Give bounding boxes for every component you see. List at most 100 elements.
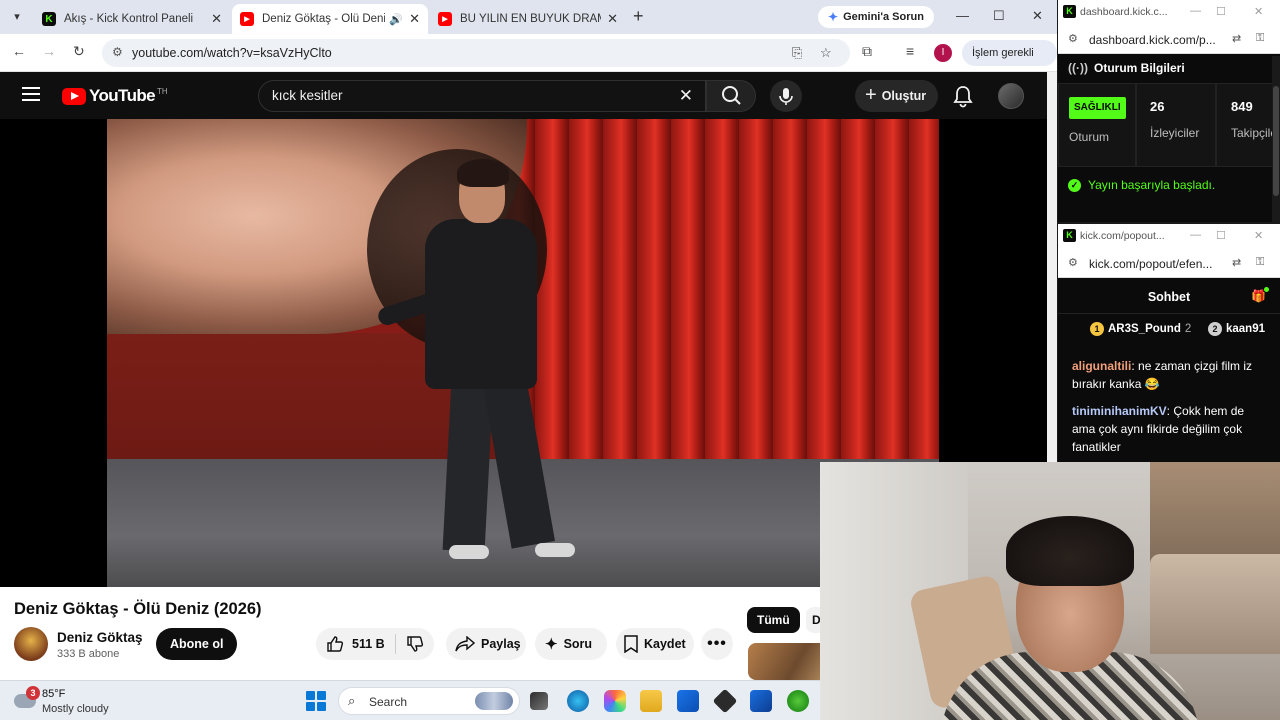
leaderboard-count: 2 (1184, 323, 1192, 335)
tab-title: BU YILIN EN BÜYÜK DRAMASI: (460, 13, 601, 25)
action-required-button[interactable]: İşlem gerekli ⋮ (962, 40, 1057, 85)
copilot-icon[interactable] (604, 690, 626, 712)
check-circle-icon: ✓ (1068, 178, 1081, 192)
install-app-icon[interactable]: ⎘ (792, 45, 802, 61)
like-dislike-group: 511 B (316, 628, 434, 660)
site-info-icon[interactable]: ⚙ (1068, 256, 1078, 269)
password-key-icon[interactable]: ⚿ (1256, 32, 1264, 45)
temperature: 85°F (42, 688, 66, 700)
kick-dashboard-window: K dashboard.kick.c... — ☐ ✕ ⚙ dashboard.… (1058, 0, 1280, 222)
tab-youtube-video[interactable]: ▶ Deniz Göktaş - Ölü Deniz (2 🔊 ✕ (232, 4, 428, 34)
maximize-button[interactable]: ☐ (1216, 5, 1226, 18)
panel-scrollbar[interactable] (1272, 56, 1280, 222)
media-control-icon[interactable]: ≡ (906, 43, 914, 59)
like-button[interactable]: 511 B (316, 634, 396, 654)
save-label: Kaydet (644, 637, 686, 651)
search-button[interactable] (706, 80, 756, 112)
voice-search-button[interactable] (770, 80, 802, 112)
task-view-icon[interactable] (530, 692, 548, 710)
youtube-icon: ▶ (240, 12, 254, 26)
session-info-title: ((·)) Oturum Bilgileri (1068, 61, 1185, 75)
notifications-bell-icon[interactable] (952, 84, 974, 108)
address-bar[interactable]: ⚙ youtube.com/watch?v=ksaVzHyClto ⎘ ☆ (102, 39, 850, 67)
tab-title: Deniz Göktaş - Ölü Deniz (2 (262, 13, 385, 25)
app-icon[interactable] (712, 688, 738, 714)
leaderboard-item[interactable]: 1 AR3S_Pound 2 (1090, 322, 1191, 336)
rank-badge: 1 (1090, 322, 1104, 336)
chat-username[interactable]: aligunaltili (1072, 359, 1131, 373)
profile-avatar[interactable]: I (934, 44, 952, 62)
translate-icon[interactable]: ⇄ (1232, 256, 1241, 269)
create-button[interactable]: + Oluştur (855, 80, 939, 112)
translate-icon[interactable]: ⇄ (1232, 32, 1241, 45)
share-button[interactable]: Paylaş (446, 628, 526, 660)
gemini-button[interactable]: ✦ Gemini'a Sorun (818, 6, 934, 28)
extensions-icon[interactable]: ⧉ (862, 43, 872, 60)
minimize-button[interactable]: — (956, 8, 969, 23)
share-icon (455, 636, 475, 652)
taskbar-search[interactable]: ⌕ Search (338, 687, 520, 715)
tab-kick-panel[interactable]: K Akış - Kick Kontrol Paneli ✕ (34, 4, 230, 34)
account-avatar[interactable] (998, 83, 1024, 109)
close-window-button[interactable]: ✕ (1032, 8, 1043, 24)
search-box[interactable]: kıck kesitler ✕ (258, 80, 706, 112)
url-text[interactable]: youtube.com/watch?v=ksaVzHyClto (132, 46, 332, 60)
ask-label: Soru (563, 637, 593, 651)
microsoft-store-icon[interactable] (677, 690, 699, 712)
audio-playing-icon[interactable]: 🔊 (389, 13, 403, 26)
window-titlebar: K kick.com/popout... — ☐ ✕ (1058, 224, 1280, 248)
subscribe-button[interactable]: Abone ol (156, 628, 238, 660)
kick-icon: K (42, 12, 56, 26)
reload-icon[interactable]: ↻ (73, 43, 85, 60)
gift-icon[interactable]: 🎁 (1251, 287, 1269, 303)
streamer-hair (1006, 516, 1134, 586)
search-icon: ⌕ (348, 693, 356, 708)
chip-all[interactable]: Tümü (747, 607, 800, 633)
channel-name[interactable]: Deniz Göktaş (57, 630, 143, 645)
save-button[interactable]: Kaydet (616, 628, 694, 660)
ask-button[interactable]: ✦ Soru (535, 628, 607, 660)
editor-app-icon[interactable] (750, 690, 772, 712)
stream-started-message: ✓ Yayın başarıyla başladı. (1068, 178, 1215, 192)
tab-search-button[interactable]: ▾ (6, 6, 28, 28)
close-tab-icon[interactable]: ✕ (211, 11, 222, 27)
youtube-logo[interactable]: YouTube TH (62, 86, 168, 106)
microphone-icon (779, 88, 793, 105)
window-title: kick.com/popout... (1080, 230, 1165, 242)
search-input[interactable]: kıck kesitler (272, 88, 343, 103)
clear-search-icon[interactable]: ✕ (679, 86, 693, 106)
tab-youtube-drama[interactable]: ▶ BU YILIN EN BÜYÜK DRAMASI: ✕ (430, 4, 626, 34)
tab-title: Akış - Kick Kontrol Paneli (64, 13, 194, 25)
chat-header: Sohbet 🎁 (1058, 280, 1280, 314)
menu-icon[interactable] (22, 87, 40, 101)
kick-chat-window: K kick.com/popout... — ☐ ✕ ⚙ kick.com/po… (1058, 224, 1280, 464)
xbox-icon[interactable] (787, 690, 809, 712)
new-tab-button[interactable]: + (633, 6, 644, 27)
country-code: TH (157, 86, 168, 96)
close-tab-icon[interactable]: ✕ (607, 11, 618, 27)
maximize-button[interactable]: ☐ (993, 8, 1005, 24)
close-tab-icon[interactable]: ✕ (409, 11, 420, 27)
search-highlight-icon (475, 692, 513, 710)
leaderboard-item[interactable]: 2 kaan91 (1208, 322, 1265, 336)
window-title: dashboard.kick.c... (1080, 6, 1168, 18)
bookmark-star-icon[interactable]: ☆ (820, 45, 832, 61)
forward-icon[interactable]: → (42, 43, 56, 59)
password-key-icon[interactable]: ⚿ (1256, 256, 1264, 269)
chat-username[interactable]: tiniminihanimKV (1072, 404, 1167, 418)
more-actions-button[interactable]: ••• (701, 628, 733, 660)
dislike-button[interactable] (396, 635, 424, 653)
edge-browser-icon[interactable] (567, 690, 589, 712)
close-window-button[interactable]: ✕ (1254, 5, 1263, 18)
site-info-icon[interactable]: ⚙ (112, 45, 123, 59)
more-icon: ••• (707, 635, 727, 652)
start-button-icon[interactable] (306, 691, 326, 711)
site-info-icon[interactable]: ⚙ (1068, 32, 1078, 45)
minimize-button[interactable]: — (1190, 229, 1201, 241)
back-icon[interactable]: ← (12, 43, 26, 59)
channel-avatar[interactable] (14, 627, 48, 661)
close-window-button[interactable]: ✕ (1254, 229, 1263, 242)
maximize-button[interactable]: ☐ (1216, 229, 1226, 242)
minimize-button[interactable]: — (1190, 5, 1201, 17)
file-explorer-icon[interactable] (640, 690, 662, 712)
